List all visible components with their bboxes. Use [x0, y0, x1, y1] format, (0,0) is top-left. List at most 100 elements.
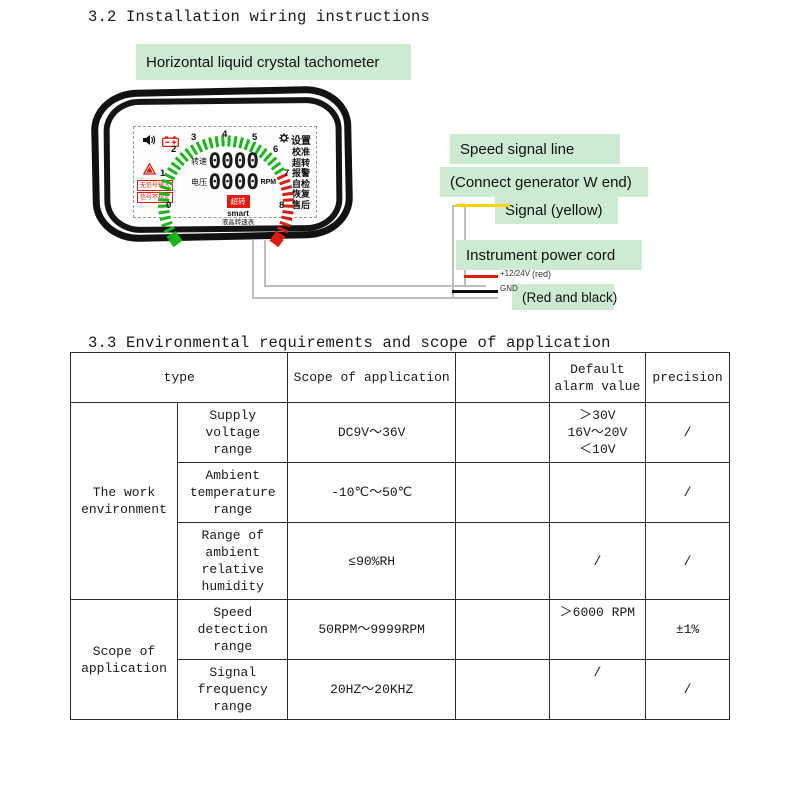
- callout-device-title: Horizontal liquid crystal tachometer: [136, 44, 411, 80]
- section-heading-3-3: 3.3 Environmental requirements and scope…: [88, 334, 611, 352]
- row-blank: [454, 522, 550, 600]
- type-line1: Ambient: [205, 468, 261, 483]
- type-line2: range: [213, 442, 253, 457]
- row-blank: [454, 659, 550, 720]
- header-blank: [454, 352, 550, 403]
- row-blank: [454, 462, 550, 523]
- row-scope: 20HZ～20KHZ: [287, 659, 456, 720]
- digit-value-bottom: 0000: [208, 170, 260, 194]
- type-line2: detection: [197, 622, 268, 637]
- settings-indicator: 设置: [279, 132, 311, 147]
- scale-number-7: 7: [284, 168, 290, 179]
- wire-horizontal-bottom: [252, 297, 498, 299]
- scale-number-5: 5: [252, 132, 258, 143]
- row-scope: ≤90%RH: [287, 522, 456, 600]
- row-alarm: /: [548, 659, 647, 720]
- row-alarm: /: [548, 522, 647, 600]
- row-alarm: [548, 462, 647, 523]
- row-type: Supply voltage range: [176, 402, 289, 463]
- type-line2: temperature: [189, 485, 276, 500]
- type-line4: humidity: [201, 579, 264, 594]
- menu-item-1: 超转: [291, 158, 310, 169]
- warning-triangle-icon: [142, 162, 157, 180]
- alarm-line2: 16V～20V: [567, 425, 628, 440]
- menu-item-3: 自检: [291, 179, 310, 190]
- alarm-line3: ＜10V: [579, 442, 616, 457]
- alarm-line1: ＞30V: [579, 408, 616, 423]
- header-alarm-line2: alarm value: [554, 378, 641, 394]
- type-line1: Supply voltage: [205, 408, 261, 440]
- gauge-tick: [238, 137, 244, 149]
- type-line3: relative: [201, 562, 264, 577]
- scale-number-4: 4: [222, 129, 228, 140]
- overspeed-tag: 超转: [226, 195, 250, 208]
- wire-signal-yellow: [456, 204, 510, 207]
- row-type: Range of ambient relative humidity: [176, 522, 289, 600]
- callout-speed-signal-line: Speed signal line: [450, 134, 620, 164]
- buzzer-icon: [142, 133, 156, 151]
- brand-name-cn: 液晶转速表: [221, 218, 255, 226]
- scale-number-1: 1: [160, 168, 166, 179]
- menu-item-0: 校准: [291, 148, 310, 158]
- header-type: type: [69, 352, 289, 403]
- row-blank: [454, 599, 550, 660]
- gauge-tick: [280, 185, 293, 191]
- gauge-tick: [282, 204, 295, 208]
- group-line1: Scope of: [92, 643, 156, 659]
- callout-red-and-black: (Red and black): [512, 284, 617, 310]
- gauge-tick: [227, 135, 231, 147]
- wire-label-ground: GND: [500, 284, 518, 293]
- row-alarm: ＞30V 16V～20V ＜10V: [548, 402, 647, 463]
- type-line2: ambient: [205, 545, 261, 560]
- callout-red-label: (red): [532, 269, 552, 279]
- row-scope: DC9V～36V: [287, 402, 456, 463]
- group-label-scope-of-application: Scope of application: [70, 599, 178, 720]
- scale-number-0: 0: [166, 200, 172, 211]
- wire-label-positive: +12/24V: [500, 269, 531, 278]
- header-alarm: Default alarm value: [548, 352, 647, 403]
- document-page: 3.2 Installation wiring instructions Hor…: [0, 0, 800, 800]
- lcd-screen: 无信号输入 信号不稳定 设置 校准 超转 报警 自检 恢复 售后 0 1 2 3…: [133, 126, 317, 248]
- header-alarm-line1: Default: [570, 361, 625, 377]
- menu-item-2: 报警: [291, 169, 310, 179]
- gauge-tick: [201, 138, 209, 151]
- row-precision: /: [645, 522, 730, 600]
- row-type: Ambient temperature range: [176, 462, 289, 523]
- gauge-tick: [208, 137, 214, 149]
- group-line1: The work: [92, 485, 156, 500]
- settings-menu-list: 校准 超转 报警 自检 恢复 售后: [292, 148, 310, 211]
- menu-item-5: 售后: [291, 200, 310, 211]
- lcd-branding: 超转 smart 液晶转速表: [210, 191, 266, 226]
- gauge-tick: [232, 136, 238, 148]
- section-heading-3-2: 3.2 Installation wiring instructions: [88, 8, 431, 26]
- table-row: Scope of application Speed detection ran…: [70, 599, 730, 720]
- group-label-work-environment: The work environment: [70, 402, 178, 600]
- type-line1: Speed: [213, 605, 253, 620]
- header-scope: Scope of application: [287, 352, 456, 403]
- table-header-row: type Scope of application Default alarm …: [69, 352, 730, 403]
- callout-power-cord: Instrument power cord: [456, 240, 642, 270]
- digit-readout: 转速 0000 电压 0000 RPM: [191, 151, 277, 194]
- row-precision: /: [645, 462, 730, 523]
- scale-number-3: 3: [191, 132, 197, 143]
- wire-power-positive: [464, 275, 498, 278]
- row-alarm: ＞6000 RPM: [548, 599, 647, 660]
- row-scope: 50RPM～9999RPM: [287, 599, 456, 660]
- row-type: Speed detection range: [176, 599, 289, 660]
- callout-connect-generator: (Connect generator W end): [440, 167, 648, 197]
- scale-number-2: 2: [171, 144, 177, 155]
- type-line1: Signal: [209, 665, 257, 680]
- specification-table: type Scope of application Default alarm …: [69, 352, 730, 720]
- wire-vertical-left: [252, 240, 254, 298]
- brand-name: smart: [227, 209, 249, 218]
- table-row: The work environment Supply voltage rang…: [70, 402, 730, 600]
- header-precision: precision: [645, 352, 730, 403]
- row-type: Signal frequency range: [176, 659, 289, 720]
- type-line1: Range of: [201, 528, 264, 543]
- callout-signal-yellow: Signal (yellow): [495, 196, 618, 224]
- row-precision: /: [645, 402, 730, 463]
- rpm-unit-label: RPM: [260, 178, 277, 186]
- scale-number-8: 8: [279, 200, 285, 211]
- digit-label-top: 转速: [191, 156, 207, 166]
- row-precision: ±1%: [645, 599, 730, 660]
